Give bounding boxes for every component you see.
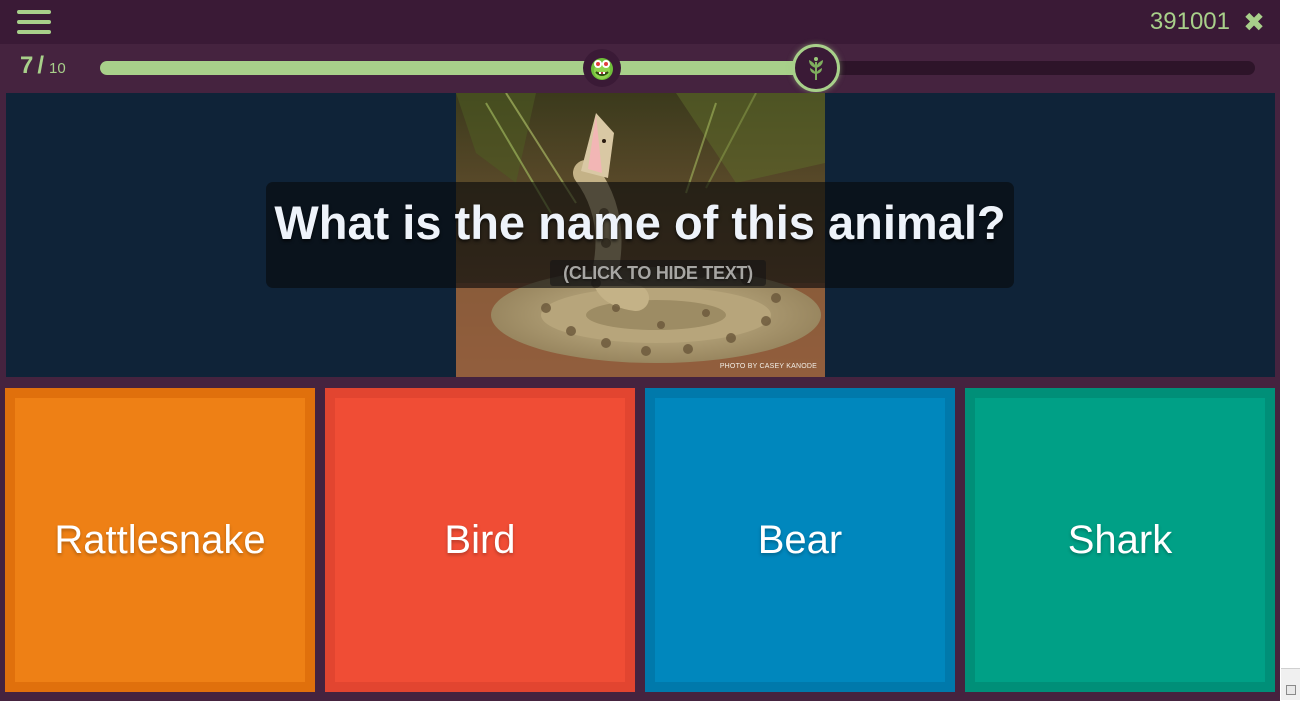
- question-text-box[interactable]: What is the name of this animal? (CLICK …: [266, 182, 1014, 288]
- answer-option-2-label: Bird: [444, 517, 516, 562]
- progress-fill: [100, 61, 816, 75]
- resize-grip-square: [1286, 685, 1296, 695]
- question-text: What is the name of this animal?: [274, 196, 1006, 249]
- top-bar: 391001 ✖: [0, 0, 1280, 44]
- question-counter: 7/10: [20, 52, 66, 80]
- answer-option-3-face: Bear: [655, 398, 945, 682]
- answer-option-3-label: Bear: [757, 517, 843, 562]
- answer-option-1-label: Rattlesnake: [54, 517, 266, 562]
- answer-option-2-face: Bird: [335, 398, 625, 682]
- menu-bar: [17, 30, 51, 34]
- current-question-number: 7: [20, 52, 34, 79]
- answer-option-4-label: Shark: [1067, 517, 1173, 562]
- answer-option-4-face: Shark: [975, 398, 1265, 682]
- answer-option-1-face: Rattlesnake: [15, 398, 305, 682]
- close-x-icon[interactable]: ✖: [1240, 8, 1268, 36]
- answer-option-2[interactable]: Bird: [325, 388, 635, 692]
- hamburger-menu-icon[interactable]: [17, 8, 51, 36]
- resize-grip-icon[interactable]: [1281, 668, 1300, 700]
- question-panel: PHOTO BY CASEY KANODE What is the name o…: [6, 93, 1275, 377]
- photo-credit: PHOTO BY CASEY KANODE: [719, 363, 817, 370]
- answer-option-4[interactable]: Shark: [965, 388, 1275, 692]
- page-scrollbar[interactable]: [1280, 0, 1301, 701]
- game-code: 391001: [1149, 8, 1230, 35]
- menu-bar: [17, 10, 51, 14]
- answer-option-1[interactable]: Rattlesnake: [5, 388, 315, 692]
- quiz-app: 391001 ✖ 7/10 PHOTO BY CASEY KANODE What…: [0, 0, 1280, 701]
- hide-text-button[interactable]: (CLICK TO HIDE TEXT): [550, 260, 766, 286]
- answer-grid: Rattlesnake Bird Bear Shark: [0, 388, 1280, 692]
- counter-separator: /: [37, 52, 45, 79]
- progress-row: 7/10: [0, 44, 1280, 92]
- total-questions: 10: [49, 60, 66, 77]
- progress-track: [100, 44, 1255, 92]
- answer-option-3[interactable]: Bear: [645, 388, 955, 692]
- monster-avatar-icon: [583, 49, 621, 87]
- plant-leaf-icon: [792, 44, 840, 92]
- menu-bar: [17, 20, 51, 24]
